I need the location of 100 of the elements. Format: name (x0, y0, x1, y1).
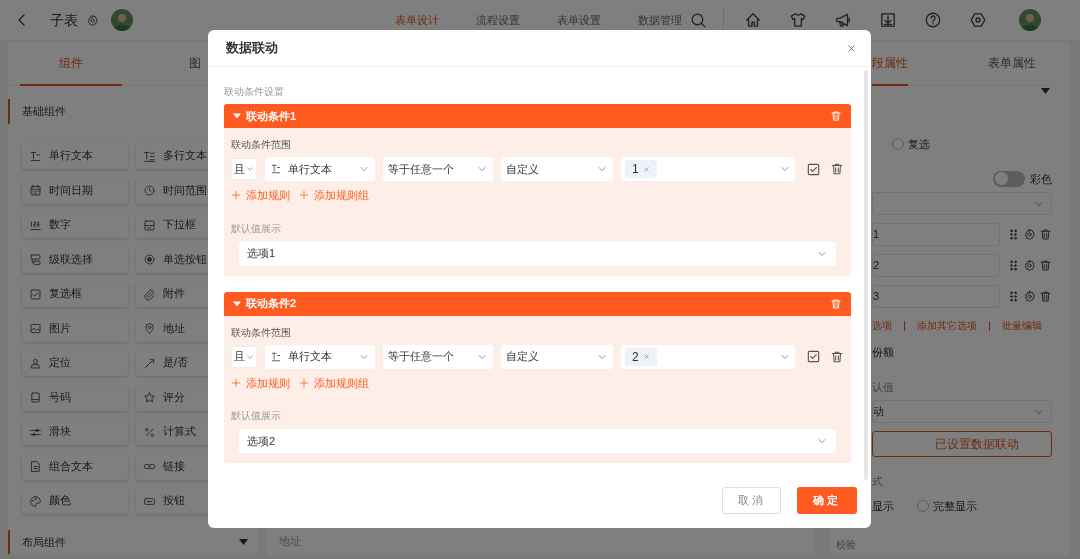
component-button[interactable]: 号码 (22, 384, 128, 411)
section-title: 基础组件 (22, 104, 66, 120)
option-link[interactable]: 批量编辑 (1002, 318, 1042, 333)
component-button[interactable]: 滑块 (22, 419, 128, 445)
cascade-icon (29, 253, 42, 266)
clock-icon (143, 184, 156, 197)
cancel-button[interactable]: 取消 (722, 487, 781, 514)
component-button[interactable]: 组合文本 (22, 453, 128, 480)
trash-icon (1039, 290, 1052, 303)
home-button[interactable] (744, 11, 762, 29)
help-icon (924, 11, 942, 29)
component-button[interactable]: 数字 (22, 212, 128, 238)
value-type-select[interactable]: 自定义 (501, 157, 613, 181)
diagonal-arrow-icon (143, 356, 156, 370)
option-link[interactable]: 选项 (872, 318, 892, 333)
calendar-icon (29, 184, 42, 197)
value-tag: 1 (625, 160, 657, 178)
add-rule-group-link[interactable]: 添加规则组 (299, 374, 369, 391)
plus-icon (231, 190, 241, 201)
person-icon (29, 356, 42, 370)
field-select[interactable]: 单行文本 (265, 344, 375, 369)
component-button[interactable]: 图片 (22, 315, 128, 342)
confirm-button[interactable]: 确定 (797, 487, 857, 514)
value-tag: 2 (625, 347, 657, 366)
operator-select[interactable]: 等于任意一个 (383, 344, 493, 369)
megaphone-button[interactable] (834, 11, 852, 29)
avatar[interactable] (1019, 9, 1041, 31)
component-button[interactable]: 颜色 (22, 488, 128, 514)
download-button[interactable] (879, 11, 897, 29)
radio-icon (143, 253, 156, 266)
component-button[interactable]: 时间日期 (22, 177, 128, 204)
dropdown-icon (143, 218, 156, 232)
toggle-switch[interactable] (993, 170, 1025, 187)
value-select[interactable]: 1 (621, 157, 795, 181)
radio-label: 完整显示 (933, 498, 977, 514)
hexagon-settings-button[interactable] (969, 11, 987, 29)
field-label: 份额 (872, 345, 895, 360)
nav-tab[interactable]: 表单设置 (557, 11, 601, 29)
default-value-select[interactable]: 选项1 (239, 241, 836, 266)
nav-tab[interactable]: 流程设置 (476, 11, 520, 29)
drag-handle-icon (1007, 228, 1020, 241)
default-select[interactable]: 动 (872, 400, 1052, 423)
remove-icon (642, 353, 650, 360)
default-value-select[interactable]: 选项2 (239, 429, 836, 453)
settings-icon (86, 13, 99, 27)
check-square-icon (806, 161, 821, 177)
component-button[interactable]: 级联选择 (22, 246, 128, 273)
component-button[interactable]: 定位 (22, 350, 128, 376)
conjunction-select[interactable]: 且 (231, 345, 257, 368)
nav-tab[interactable]: 数据管理 (638, 11, 682, 29)
chevron-down-icon (245, 164, 255, 174)
image-icon (29, 322, 42, 335)
caret-icon (1041, 88, 1050, 94)
value-select[interactable]: 2 (621, 344, 795, 369)
plus-icon (299, 377, 309, 388)
delete-rule-button[interactable] (830, 349, 844, 364)
close-button[interactable] (846, 42, 857, 54)
hexagon-settings-icon (969, 11, 987, 29)
toggle-label: 彩色 (1030, 171, 1052, 187)
caret-icon (239, 539, 248, 545)
panel-tab[interactable]: 组件 (20, 42, 122, 86)
help-button[interactable] (924, 11, 942, 29)
shirt-button[interactable] (789, 11, 807, 29)
option-field[interactable]: 2 (872, 254, 1000, 277)
component-button[interactable]: 单行文本 (22, 143, 128, 169)
paperclip-icon (143, 287, 156, 301)
palette-icon (29, 494, 42, 508)
operator-select[interactable]: 等于任意一个 (383, 157, 493, 181)
option-field[interactable]: 3 (872, 285, 1000, 308)
delete-rule-button[interactable] (830, 162, 844, 176)
option-field[interactable]: 1 (872, 223, 1000, 246)
option-link[interactable]: 添加其它选项 (917, 318, 977, 333)
trash-icon (1039, 228, 1052, 241)
panel-tab[interactable]: 图 (187, 42, 203, 86)
condition-title: 联动条件2 (246, 296, 297, 312)
location-pin-icon (143, 322, 156, 335)
add-rule-group-link[interactable]: 添加规则组 (299, 187, 369, 204)
checkbox-button[interactable] (806, 349, 821, 364)
linkage-button[interactable]: 已设置数据联动 (872, 431, 1052, 457)
panel-tab[interactable]: 表单属性 (988, 42, 1036, 86)
checkbox-button[interactable] (806, 161, 821, 177)
field-select[interactable]: 单行文本 (265, 157, 375, 181)
close-icon (846, 42, 857, 54)
document-icon (29, 460, 42, 473)
trash-icon (830, 162, 844, 176)
avatar[interactable] (111, 9, 133, 31)
home-icon (744, 11, 762, 29)
dialog-title: 数据联动 (226, 39, 278, 58)
checkbox-icon (29, 287, 42, 301)
condition-header[interactable]: 联动条件2 (224, 291, 851, 316)
drag-handle-icon (1007, 290, 1020, 303)
section-title: 布局组件 (22, 534, 66, 550)
nav-tab[interactable]: 表单设计 (395, 11, 439, 29)
conjunction-select[interactable]: 且 (231, 158, 257, 180)
plus-icon (231, 377, 241, 388)
shirt-icon (789, 11, 807, 29)
radio-label: 复选 (908, 137, 930, 152)
condition-header[interactable]: 联动条件1 (224, 104, 851, 128)
component-button[interactable]: 复选框 (22, 281, 128, 307)
value-type-select[interactable]: 自定义 (501, 344, 613, 369)
